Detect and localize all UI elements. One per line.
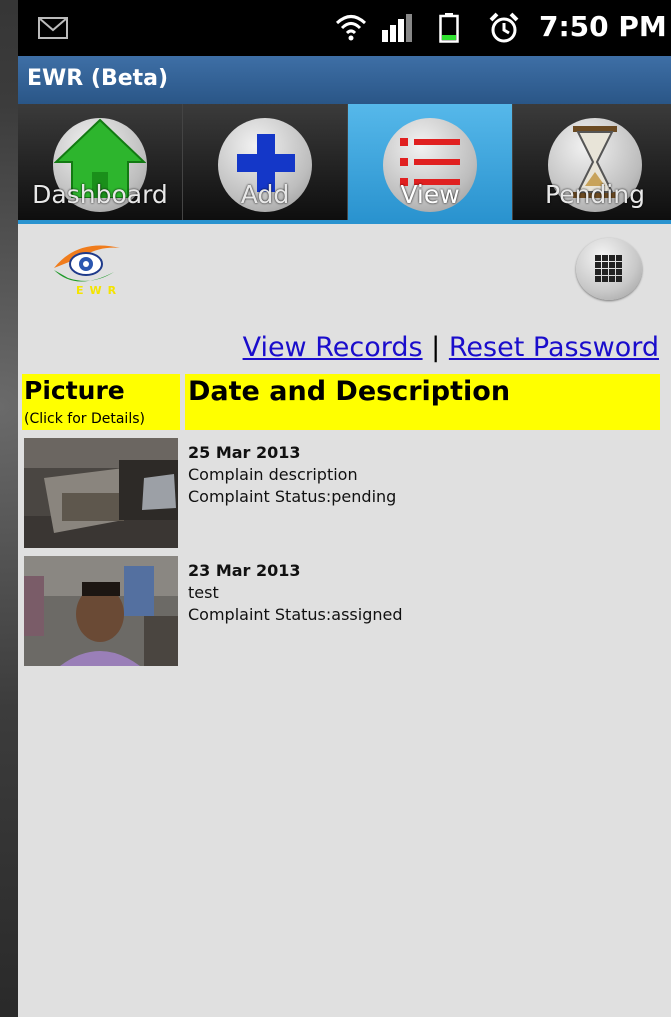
tab-label: Dashboard bbox=[32, 180, 168, 209]
column-header-picture: Picture (Click for Details) bbox=[22, 374, 180, 430]
main-content: EWR View Records | Reset Password Pictur… bbox=[18, 224, 671, 1017]
description-header-label: Date and Description bbox=[188, 376, 511, 407]
complaint-date: 25 Mar 2013 bbox=[188, 443, 301, 462]
tab-view[interactable]: View bbox=[348, 104, 513, 220]
tab-pending[interactable]: Pending bbox=[513, 104, 671, 220]
tab-add[interactable]: Add bbox=[183, 104, 348, 220]
picture-header-label: Picture bbox=[24, 376, 125, 405]
logo-text: EWR bbox=[76, 284, 123, 297]
tab-dashboard[interactable]: Dashboard bbox=[18, 104, 183, 220]
signal-icon bbox=[381, 14, 413, 46]
app-title-bar: EWR (Beta) bbox=[18, 56, 671, 104]
complaint-description: Complain description bbox=[188, 465, 358, 484]
row-text: 23 Mar 2013 test Complaint Status:assign… bbox=[188, 560, 403, 626]
grid-icon bbox=[595, 255, 622, 282]
table-row: 23 Mar 2013 test Complaint Status:assign… bbox=[24, 556, 664, 668]
nav-links: View Records | Reset Password bbox=[243, 332, 659, 363]
app-title: EWR (Beta) bbox=[27, 66, 169, 91]
view-records-link[interactable]: View Records bbox=[243, 332, 423, 363]
complaint-status: Complaint Status:pending bbox=[188, 487, 397, 506]
link-separator: | bbox=[431, 332, 441, 363]
complaint-photo[interactable] bbox=[24, 556, 178, 666]
complaint-photo[interactable] bbox=[24, 438, 178, 548]
tab-label: Add bbox=[240, 180, 290, 209]
phone-screen: 7:50 PM EWR (Beta) Dashboard Add View Pe… bbox=[18, 0, 671, 1017]
wifi-icon bbox=[334, 12, 368, 46]
status-time: 7:50 PM bbox=[539, 10, 667, 43]
tab-label: Pending bbox=[545, 180, 645, 209]
complaint-description: test bbox=[188, 583, 219, 602]
battery-icon bbox=[439, 13, 459, 47]
alarm-icon bbox=[488, 12, 520, 48]
picture-header-hint: (Click for Details) bbox=[24, 411, 145, 427]
reset-password-link[interactable]: Reset Password bbox=[449, 332, 659, 363]
complaint-status: Complaint Status:assigned bbox=[188, 605, 403, 624]
table-row: 25 Mar 2013 Complain description Complai… bbox=[24, 438, 664, 550]
tab-label: View bbox=[400, 180, 460, 209]
status-bar: 7:50 PM bbox=[18, 0, 671, 56]
tab-bar: Dashboard Add View Pending bbox=[18, 104, 671, 224]
grid-menu-button[interactable] bbox=[576, 238, 642, 300]
complaint-date: 23 Mar 2013 bbox=[188, 561, 301, 580]
column-header-description: Date and Description bbox=[185, 374, 660, 430]
ewr-logo: EWR bbox=[48, 234, 128, 310]
row-text: 25 Mar 2013 Complain description Complai… bbox=[188, 442, 396, 508]
mail-icon bbox=[38, 17, 68, 43]
